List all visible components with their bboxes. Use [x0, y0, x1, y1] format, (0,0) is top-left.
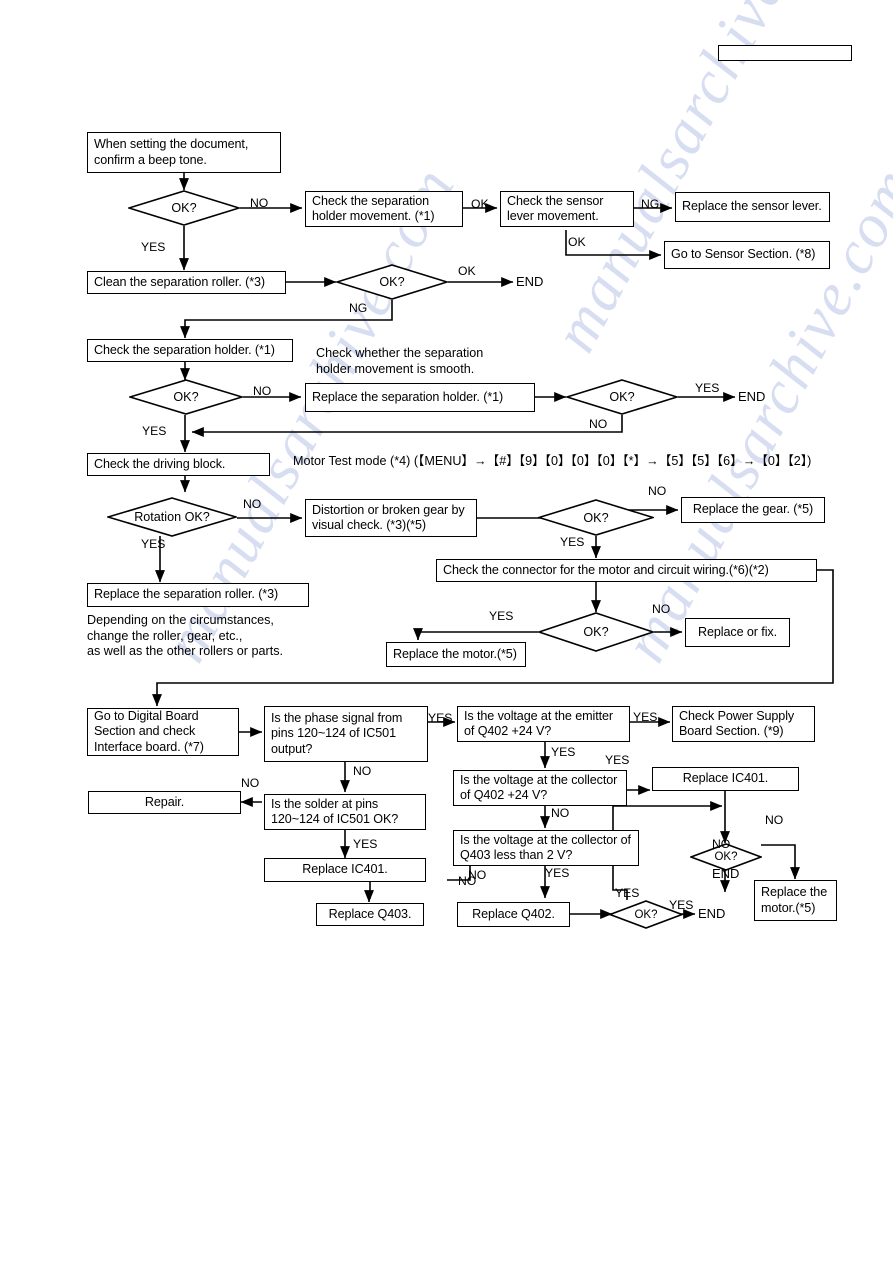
flow-box-collector-q403-question: Is the voltage at the collector of Q403 …: [453, 830, 639, 866]
edge-label-no: NO: [458, 874, 477, 888]
flow-box-check-connector-motor-wiring: Check the connector for the motor and ci…: [436, 559, 817, 582]
flow-box-replace-q403: Replace Q403.: [316, 903, 424, 926]
note-depending-on-circumstances: Depending on the circumstances, change t…: [87, 613, 283, 659]
flow-box-check-separation-holder: Check the separation holder. (*1): [87, 339, 293, 362]
flow-box-replace-or-fix: Replace or fix.: [685, 618, 790, 647]
flow-box-replace-ic401-left: Replace IC401.: [264, 858, 426, 882]
decision-rotation-ok: Rotation OK?: [105, 497, 239, 537]
flow-box-go-to-digital-board: Go to Digital Board Section and check In…: [87, 708, 239, 756]
flowchart-page: manualsarchive.com manualsarchive.com ma…: [0, 0, 893, 1263]
flow-box-replace-separation-holder: Replace the separation holder. (*1): [305, 383, 535, 412]
decision-ok-5: OK?: [536, 499, 656, 536]
edge-label-no: NO: [253, 384, 272, 398]
flow-box-emitter-q402-question: Is the voltage at the emitter of Q402 +2…: [457, 706, 630, 742]
flow-box-phase-signal-question: Is the phase signal from pins 120~124 of…: [264, 706, 428, 762]
edge-label-yes: YES: [695, 381, 720, 395]
edge-label-ok: OK: [471, 197, 489, 211]
edge-label-no: YES: [633, 710, 658, 724]
terminal-end-3: END: [712, 866, 740, 881]
flow-box-solder-pins-question: Is the solder at pins 120~124 of IC501 O…: [264, 794, 426, 830]
terminal-end-2: END: [738, 389, 766, 404]
decision-label: OK?: [171, 201, 197, 215]
edge-label-yes: YES: [669, 898, 694, 912]
terminal-end-1: END: [516, 274, 544, 289]
decision-ok-6: OK?: [536, 612, 656, 652]
decision-ok-2: OK?: [334, 264, 450, 300]
edge-label-yes: YES: [142, 424, 167, 438]
edge-label-yes: YES: [141, 240, 166, 254]
flow-box-check-power-supply-board: Check Power Supply Board Section. (*9): [672, 706, 815, 742]
decision-label: OK?: [379, 275, 405, 289]
edge-label-ng: NG: [641, 197, 660, 211]
edge-label-yes: YES: [489, 609, 514, 623]
edge-label-yes: YES: [353, 837, 378, 851]
edge-label-no: NO: [765, 813, 784, 827]
decision-label: OK?: [609, 390, 635, 404]
header-label-box: [718, 45, 852, 61]
edge-label-yes: YES: [605, 753, 630, 767]
flow-box-replace-motor: Replace the motor.(*5): [386, 642, 526, 667]
flow-box-replace-q402: Replace Q402.: [457, 902, 570, 927]
flow-box-check-driving-block: Check the driving block.: [87, 453, 270, 476]
edge-label-no: NO: [243, 497, 262, 511]
edge-label-yes: YES: [141, 537, 166, 551]
note-separation-holder-smooth: Check whether the separation holder move…: [316, 346, 484, 376]
flow-box-distortion-or-broken-gear: Distortion or broken gear by visual chec…: [305, 499, 477, 537]
flow-box-go-to-sensor-section: Go to Sensor Section. (*8): [664, 241, 830, 269]
edge-label-no: NO: [589, 417, 608, 431]
flow-box-replace-sensor-lever: Replace the sensor lever.: [675, 192, 830, 222]
edge-label-no: NO: [551, 806, 570, 820]
flow-box-check-sensor-lever-movement: Check the sensor lever movement.: [500, 191, 634, 227]
edge-label-ng: NG: [349, 301, 368, 315]
edge-label-no: NO: [353, 764, 372, 778]
edge-label-ok: OK: [568, 235, 586, 249]
flow-box-clean-separation-roller: Clean the separation roller. (*3): [87, 271, 286, 294]
edge-label-no: NO: [250, 196, 269, 210]
edge-label-yes: YES: [560, 535, 585, 549]
edge-label-yes: YES: [545, 866, 570, 880]
edge-label-no: NO: [648, 484, 667, 498]
flow-box-start: When setting the document, confirm a bee…: [87, 132, 281, 173]
decision-ok-3: OK?: [127, 379, 245, 415]
decision-label: OK?: [583, 625, 609, 639]
flow-box-collector-q402-question: Is the voltage at the collector of Q402 …: [453, 770, 627, 806]
flow-box-replace-motor-bottom: Replace the motor.(*5): [754, 880, 837, 921]
terminal-end-4: END: [698, 906, 726, 921]
flow-box-replace-ic401-right: Replace IC401.: [652, 767, 799, 791]
decision-label: Rotation OK?: [134, 510, 210, 524]
flow-box-replace-separation-roller: Replace the separation roller. (*3): [87, 583, 309, 607]
edge-label-yes: NO: [712, 837, 731, 851]
decision-label: OK?: [583, 510, 609, 525]
note-motor-test-mode: Motor Test mode (*4) (【MENU】→【#】【9】【0】【0…: [293, 454, 812, 468]
flow-box-repair: Repair.: [88, 791, 241, 814]
edge-label-ok: OK: [458, 264, 476, 278]
edge-label-yes: YES: [551, 745, 576, 759]
flow-box-replace-gear: Replace the gear. (*5): [681, 497, 825, 523]
flow-box-check-separation-holder-movement: Check the separation holder movement. (*…: [305, 191, 463, 227]
edge-label-no: YES: [615, 886, 640, 900]
decision-label: OK?: [173, 390, 199, 404]
decision-ok-1: OK?: [126, 190, 242, 226]
decision-ok-4: OK?: [564, 379, 680, 415]
edge-label-no: NO: [241, 776, 260, 790]
edge-label-yes: YES: [428, 711, 453, 725]
edge-label-no: NO: [652, 602, 671, 616]
